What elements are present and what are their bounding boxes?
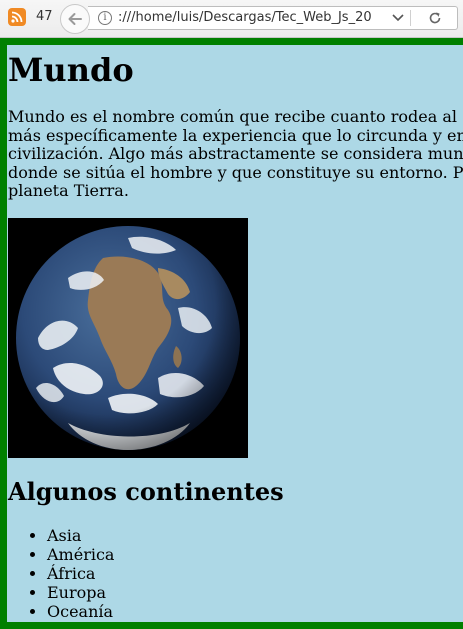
intro-paragraph: Mundo es el nombre común que recibe cuan… <box>8 107 463 201</box>
page-content: Mundo Mundo es el nombre común que recib… <box>8 45 463 621</box>
list-item: Oceanía <box>47 602 463 621</box>
list-item: Asia <box>47 526 463 545</box>
intro-line: civilización. Algo más abstractamente se… <box>8 144 463 163</box>
back-arrow-icon <box>68 13 82 25</box>
page-viewport: Mundo Mundo es el nombre común que recib… <box>0 38 463 629</box>
page-title: Mundo <box>8 51 134 89</box>
intro-line: más específicamente la experiencia que l… <box>8 125 463 145</box>
tab-count: 47 <box>36 9 53 24</box>
earth-photo <box>8 217 248 458</box>
page-body: Mundo Mundo es el nombre común que recib… <box>0 38 463 629</box>
info-icon[interactable]: i <box>98 11 112 25</box>
intro-line: planeta Tierra. <box>8 181 129 200</box>
intro-line: donde se sitúa el hombre y que constituy… <box>8 162 463 182</box>
intro-line: Mundo es el nombre común que recibe cuan… <box>8 107 463 126</box>
url-text[interactable]: :///home/luis/Descargas/Tec_Web_Js_20 <box>118 10 383 25</box>
chevron-down-icon[interactable] <box>388 7 408 29</box>
rss-feed-icon[interactable] <box>8 8 26 26</box>
continents-list: Asia América África Europa Oceanía <box>8 526 463 621</box>
list-item: África <box>47 564 463 583</box>
list-item: América <box>47 545 463 564</box>
url-separator <box>410 10 411 26</box>
continents-heading: Algunos continentes <box>8 476 284 506</box>
back-button[interactable] <box>60 4 90 34</box>
list-item: Europa <box>47 583 463 602</box>
browser-toolbar: 47 i :///home/luis/Descargas/Tec_Web_Js_… <box>0 0 463 38</box>
url-bar[interactable]: i :///home/luis/Descargas/Tec_Web_Js_20 <box>88 6 458 30</box>
reload-icon[interactable] <box>425 8 445 28</box>
